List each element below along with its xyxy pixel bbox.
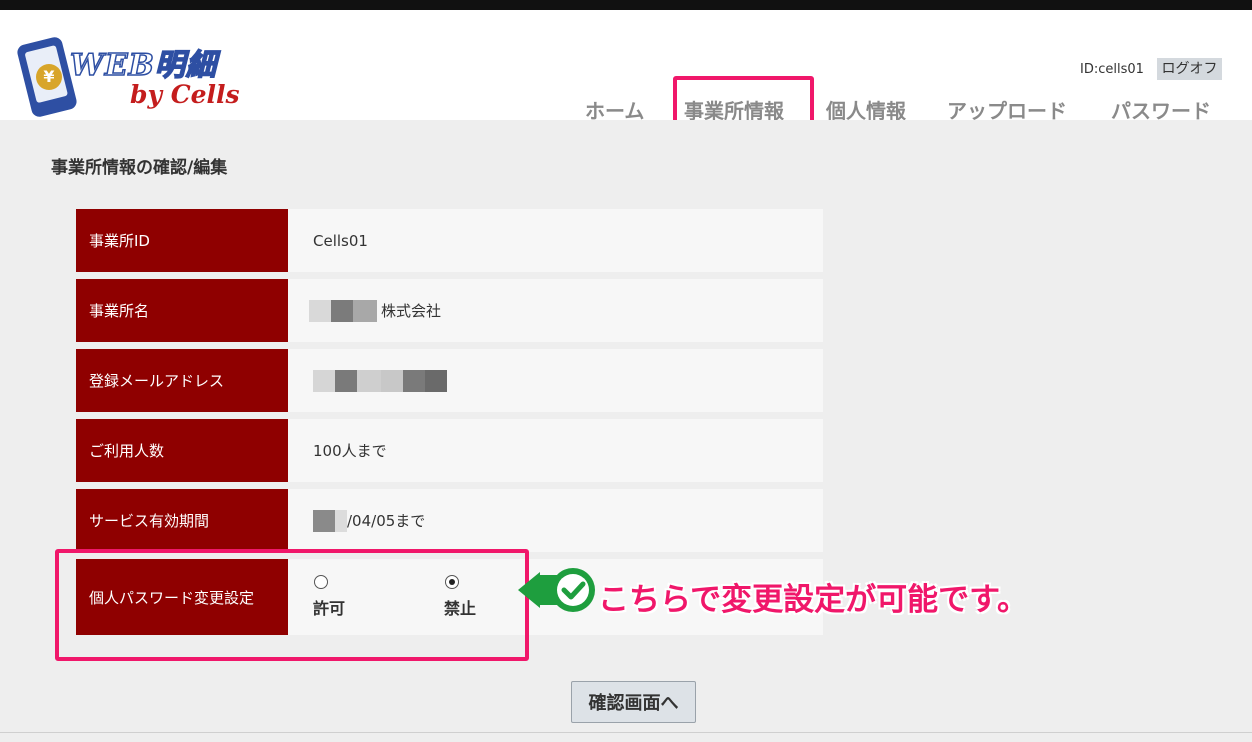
redacted-block (353, 299, 377, 322)
value-user-count: 100人まで (288, 419, 823, 482)
value-office-id: Cells01 (288, 209, 823, 272)
top-black-bar (0, 0, 1252, 10)
redacted-block (381, 369, 403, 392)
page-title: 事業所情報の確認/編集 (51, 158, 228, 178)
service-period-suffix: /04/05まで (347, 512, 426, 530)
password-setting-highlight-box (55, 549, 529, 661)
redacted-block (335, 369, 357, 392)
redacted-block (403, 369, 425, 392)
label-service-period: サービス有効期間 (76, 489, 288, 552)
logo: ¥ WEB明細 by Cells (15, 35, 244, 120)
value-service-period: /04/05まで (288, 489, 823, 552)
confirm-button[interactable]: 確認画面へ (571, 681, 696, 723)
user-id-label: ID:cells01 (1080, 62, 1144, 77)
value-office-name: 株式会社 (288, 279, 823, 342)
value-email-redacted (288, 349, 823, 412)
callout-text: こちらで変更設定が可能です。 (598, 582, 1028, 618)
logoff-button[interactable]: ログオフ (1157, 58, 1222, 80)
label-office-id: 事業所ID (76, 209, 288, 272)
redacted-block (357, 369, 381, 392)
logo-title: WEB明細 (69, 47, 217, 84)
redacted-block (309, 299, 331, 322)
redacted-block (335, 509, 347, 532)
main-content: 事業所情報の確認/編集 事業所ID Cells01 事業所名 株式会社 登録メー… (0, 120, 1252, 742)
office-name-suffix: 株式会社 (381, 302, 442, 320)
header: ¥ WEB明細 by Cells ID:cells01 ログオフ ホーム 事業所… (0, 10, 1252, 144)
bottom-divider (0, 732, 1252, 733)
redacted-block (425, 369, 447, 392)
redacted-block (313, 509, 335, 532)
redacted-block (313, 369, 335, 392)
logo-subtitle: by Cells (130, 80, 240, 109)
redacted-block (331, 299, 353, 322)
label-office-name: 事業所名 (76, 279, 288, 342)
yen-coin-icon: ¥ (36, 64, 62, 90)
label-email: 登録メールアドレス (76, 349, 288, 412)
label-user-count: ご利用人数 (76, 419, 288, 482)
check-circle-icon (537, 568, 595, 612)
